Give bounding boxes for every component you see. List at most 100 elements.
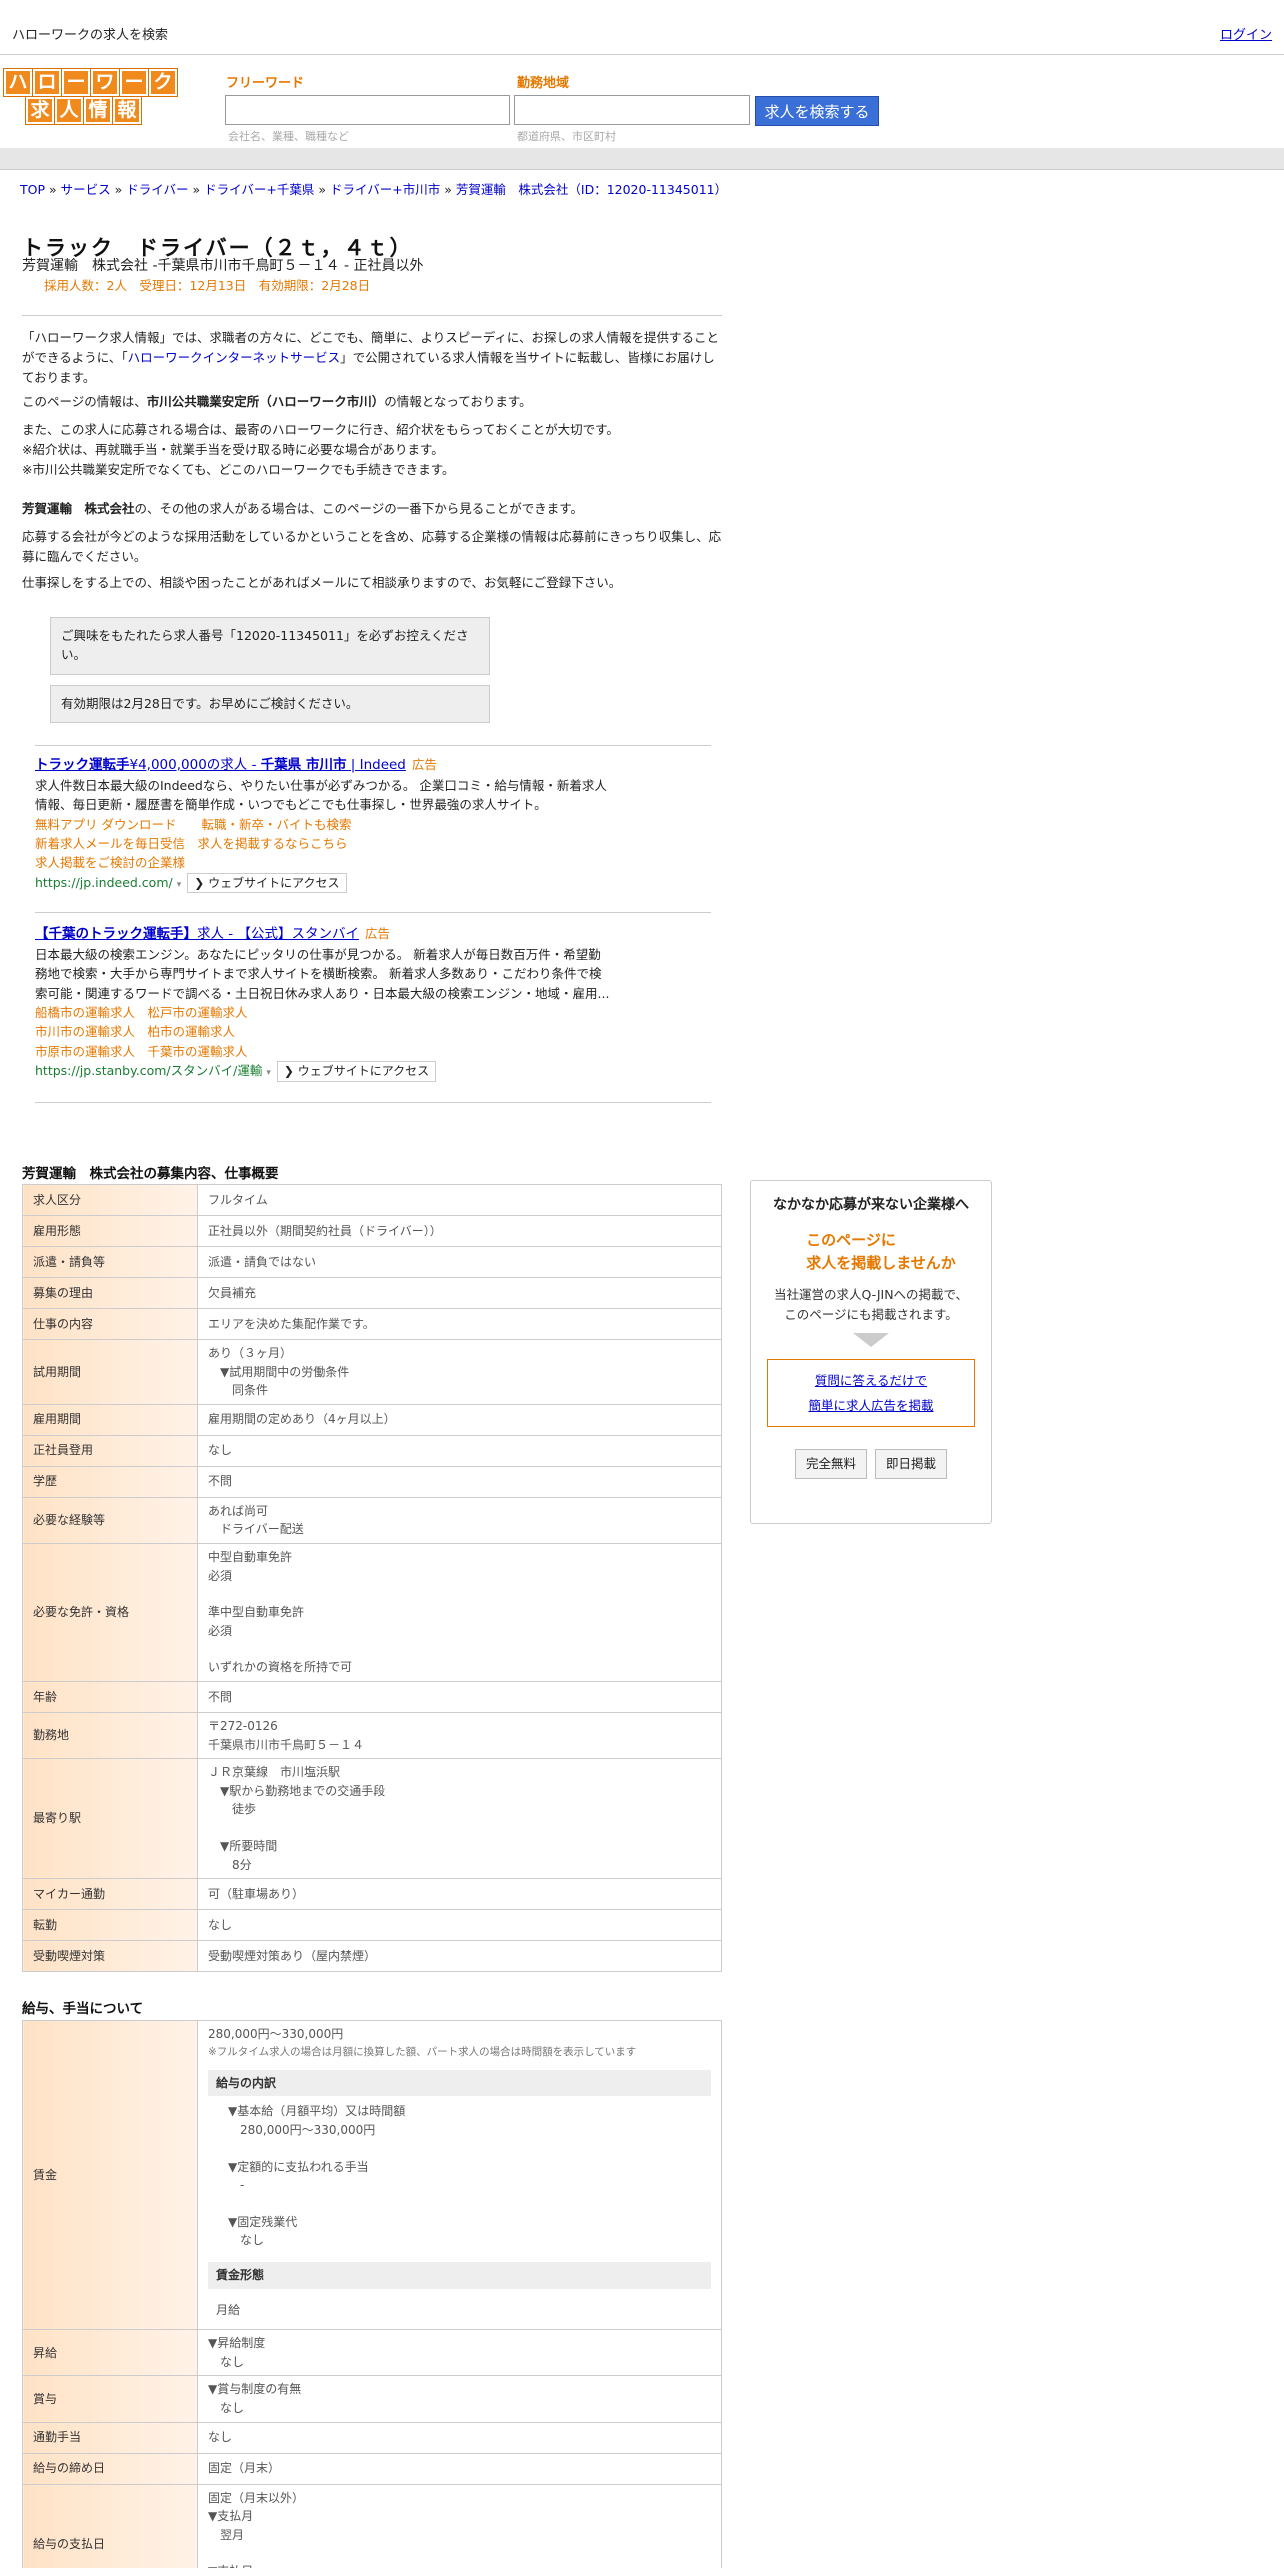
promo-links: 質問に答えるだけで 簡単に求人広告を掲載 — [767, 1359, 975, 1428]
row-value: フルタイム — [197, 1184, 722, 1216]
promo-box: なかなか応募が来ない企業様へ このページに 求人を掲載しませんか 当社運営の求人… — [750, 1180, 992, 1524]
row-value: 〒272-0126 千葉県市川市千鳥町５－１４ — [197, 1711, 722, 1760]
row-label: 試用期間 — [22, 1339, 198, 1405]
promo-link-questions[interactable]: 質問に答えるだけで — [815, 1373, 927, 1388]
breadcrumb-top[interactable]: TOP — [20, 182, 45, 197]
login-link[interactable]: ログイン — [1220, 26, 1272, 46]
ad-sitelink[interactable]: 無料アプリ ダウンロード 転職・新卒・バイトも検索 — [35, 815, 705, 834]
row-label: 正社員登用 — [22, 1434, 198, 1467]
hellowork-logo[interactable]: ハ ロ ー ワ ー ク 求 人 情 報 — [3, 68, 180, 125]
breakdown-list: ▼基本給（月額平均）又は時間額 280,000円〜330,000円 ▼定額的に支払… — [228, 2104, 406, 2248]
overview-title: 芳賀運輸 株式会社の募集内容、仕事概要 — [22, 1166, 279, 1182]
table-row: 賞与 ▼賞与制度の有無 なし — [22, 2375, 722, 2423]
logo-char: ー — [119, 68, 149, 97]
row-label: 必要な免許・資格 — [22, 1542, 198, 1682]
row-value: 派遣・請負ではない — [197, 1246, 722, 1278]
row-value: 固定（月末以外）▼支払月 翌月▼支払日 10日 — [197, 2483, 722, 2568]
row-value: 雇用期間の定めあり（4ヶ月以上） — [197, 1403, 722, 1436]
area-label: 勤務地域 — [517, 76, 570, 91]
row-value: なし — [197, 2421, 722, 2454]
freeword-input[interactable] — [225, 95, 510, 125]
overview-table: 求人区分 フルタイム 雇用形態 正社員以外（期間契約社員（ドライバー）） 派遣・請負等派… — [22, 1184, 722, 1973]
visit-website-button[interactable]: ❯ ウェブサイトにアクセス — [187, 872, 347, 894]
row-label: マイカー通勤 — [22, 1878, 198, 1911]
table-row: 年齢 不問 — [22, 1680, 722, 1713]
row-label: 最寄り駅 — [22, 1758, 198, 1880]
area-input[interactable] — [514, 95, 750, 125]
divider — [35, 912, 711, 913]
ad-url[interactable]: https://jp.stanby.com/スタンバイ/運輸 — [35, 1063, 262, 1078]
table-row: 試用期間 あり（３ヶ月） ▼試用期間中の労働条件 同条件 — [22, 1339, 722, 1405]
row-value: 正社員以外（期間契約社員（ドライバー）） — [197, 1215, 722, 1247]
breadcrumb: TOP » サービス » ドライバー » ドライバー+千葉県 » ドライバー+市… — [20, 182, 728, 197]
promo-link-post[interactable]: 簡単に求人広告を掲載 — [808, 1398, 933, 1413]
ad-title-link[interactable]: トラック運転手¥4,000,000の求人 - 千葉県 市川市 | Indeed — [35, 757, 406, 773]
top-bar: ハローワークの求人を検索 ログイン — [0, 0, 1284, 55]
table-row: 給与の締め日 固定（月末） — [22, 2452, 722, 2485]
row-label: 賃金 — [22, 2019, 198, 2331]
row-value: 中型自動車免許 必須 準中型自動車免許 必須 いずれかの資格を所持で可 — [197, 1542, 722, 1682]
expiry-notice: 有効期限は2月28日です。お早めにご検討ください。 — [50, 685, 490, 723]
promo-catch: このページに 求人を掲載しませんか — [806, 1230, 956, 1272]
row-label: 賞与 — [22, 2375, 198, 2423]
row-label: 雇用形態 — [22, 1215, 198, 1247]
row-value: あれば尚可 ドライバー配送 — [197, 1496, 722, 1544]
visit-website-button[interactable]: ❯ ウェブサイトにアクセス — [276, 1061, 437, 1082]
logo-char: 報 — [112, 96, 142, 125]
row-label: 求人区分 — [22, 1184, 198, 1216]
row-value: 不問 — [197, 1465, 722, 1498]
row-value: 可（駐車場あり） — [197, 1878, 722, 1911]
row-label: 雇用期間 — [22, 1403, 198, 1436]
row-value: 不問 — [197, 1680, 722, 1713]
ad-url[interactable]: https://jp.indeed.com/ — [35, 875, 173, 890]
job-subtitle: 芳賀運輸 株式会社 -千葉県市川市千鳥町５－１４ - 正社員以外 — [22, 258, 424, 274]
breadcrumb-service[interactable]: サービス — [61, 182, 111, 197]
row-value: ▼賞与制度の有無 なし — [197, 2375, 722, 2423]
row-value: 受動喫煙対策あり（屋内禁煙） — [197, 1940, 722, 1973]
search-button[interactable]: 求人を検索する — [755, 96, 879, 126]
table-row: 昇給 ▼昇給制度 なし — [22, 2329, 722, 2377]
hellowork-internet-link[interactable]: ハローワークインターネットサービス — [128, 350, 341, 365]
breadcrumb-company[interactable]: 芳賀運輸 株式会社（ID：12020-11345011） — [456, 182, 727, 197]
row-label: 昇給 — [22, 2329, 198, 2377]
row-value: なし — [197, 1434, 722, 1467]
promo-desc: 当社運営の求人Q-JINへの掲載で、 このページにも掲載されます。 — [773, 1287, 969, 1323]
row-label: 学歴 — [22, 1465, 198, 1498]
free-badge: 完全無料 — [794, 1449, 867, 1479]
ad-sitelink[interactable]: 市川市の運輸求人 柏市の運輸求人 — [35, 1022, 705, 1041]
row-label: 給与の支払日 — [22, 2483, 198, 2568]
table-row: 正社員登用 なし — [22, 1434, 722, 1467]
table-row: 仕事の内容 エリアを決めた集配作業です。 — [22, 1308, 722, 1340]
row-value: あり（３ヶ月） ▼試用期間中の労働条件 同条件 — [197, 1339, 722, 1405]
row-label: 年齢 — [22, 1680, 198, 1713]
divider — [35, 745, 711, 746]
row-value: ▼昇給制度 なし — [197, 2329, 722, 2377]
row-label: 募集の理由 — [22, 1277, 198, 1309]
divider-bar — [0, 148, 1284, 170]
ad-sitelink[interactable]: 市原市の運輸求人 千葉市の運輸求人 — [35, 1042, 705, 1061]
source-paragraph: このページの情報は、市川公共職業安定所（ハローワーク市川）の情報となっております… — [22, 394, 532, 409]
salary-table: 賃金 280,000円〜330,000円 ※フルタイム求人の場合は月額に換算した… — [22, 2019, 722, 2568]
table-row: 求人区分 フルタイム — [22, 1184, 722, 1216]
ad-sitelink[interactable]: 求人掲載をご検討の企業様 — [35, 853, 705, 872]
wage-range: 280,000円〜330,000円 — [208, 2027, 344, 2041]
ad-title-link[interactable]: 【千葉のトラック運転手】求人 - 【公式】スタンバイ — [35, 926, 359, 942]
ad-sitelink[interactable]: 新着求人メールを毎日受信 求人を掲載するならこちら — [35, 834, 705, 853]
ad-sitelink[interactable]: 船橋市の運輸求人 松戸市の運輸求人 — [35, 1003, 705, 1022]
logo-char: ハ — [3, 68, 33, 97]
logo-char: ー — [61, 68, 91, 97]
breadcrumb-driver-chiba[interactable]: ドライバー+千葉県 — [204, 182, 314, 197]
row-label: 受動喫煙対策 — [22, 1940, 198, 1973]
breadcrumb-driver[interactable]: ドライバー — [126, 182, 188, 197]
table-row: 学歴 不問 — [22, 1465, 722, 1498]
freeword-hint: 会社名、業種、職種など — [228, 130, 349, 143]
table-row: 給与の支払日固定（月末以外）▼支払月 翌月▼支払日 10日 — [22, 2483, 722, 2568]
breakdown-title: 給与の内訳 — [208, 2069, 711, 2097]
site-title: ハローワークの求人を検索 — [12, 28, 169, 43]
table-row: 転勤 なし — [22, 1909, 722, 1942]
salary-title: 給与、手当について — [22, 2001, 144, 2017]
row-value: 固定（月末） — [197, 2452, 722, 2485]
row-label: 転勤 — [22, 1909, 198, 1942]
breadcrumb-driver-ichikawa[interactable]: ドライバー+市川市 — [330, 182, 440, 197]
table-row: 派遣・請負等 派遣・請負ではない — [22, 1246, 722, 1278]
